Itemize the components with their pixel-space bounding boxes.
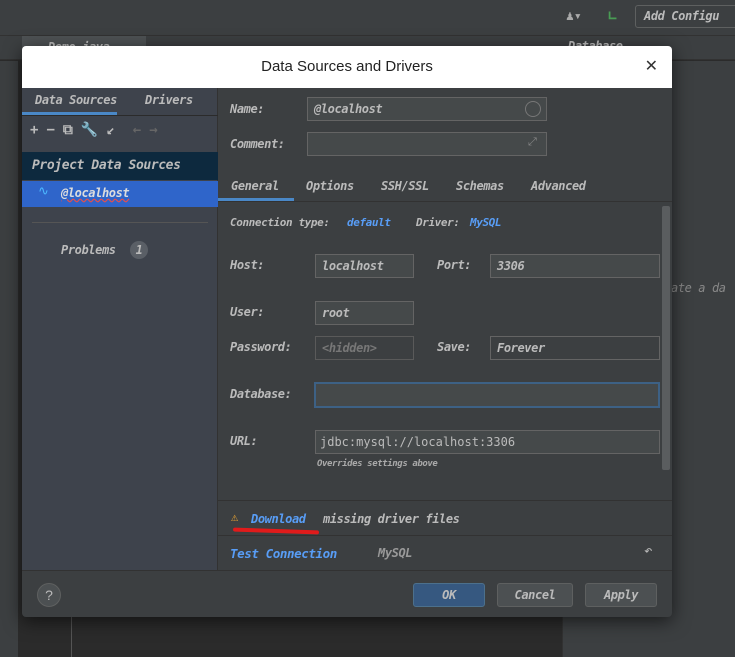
plus-icon[interactable]: + [30, 122, 38, 138]
connection-type-link[interactable]: default [347, 216, 391, 229]
color-circle-icon[interactable] [525, 101, 541, 117]
ide-toolbar: ♟▾ ∟ Add Configu [0, 0, 735, 36]
database-panel-hint: ate a da [671, 281, 726, 295]
tab-data-sources[interactable]: Data Sources [35, 93, 117, 107]
comment-input[interactable] [307, 132, 547, 156]
warning-icon: ⚠ [231, 510, 239, 524]
problems-count-badge: 1 [130, 241, 148, 259]
left-divider [32, 222, 208, 223]
name-input[interactable]: @localhost [307, 97, 547, 121]
url-input[interactable]: jdbc:mysql://localhost:3306 [315, 430, 660, 454]
problems-label[interactable]: Problems [61, 243, 116, 257]
copy-icon[interactable]: ⧉ [63, 122, 73, 138]
url-label: URL: [230, 434, 258, 448]
data-sources-dialog: Data Sources and Drivers ✕ Data Sources … [22, 46, 672, 617]
user-input[interactable]: root [315, 301, 414, 325]
port-label: Port: [437, 258, 472, 272]
data-source-label: @localhost [61, 186, 130, 200]
content-scrollbar[interactable] [662, 206, 670, 470]
data-source-item-localhost[interactable]: ∿ @localhost [22, 181, 218, 207]
ok-button[interactable]: OK [413, 583, 485, 607]
right-panel: Name: @localhost Comment: ⤢ General Opti… [218, 88, 672, 570]
apply-button[interactable]: Apply [585, 583, 657, 607]
url-hint: Overrides settings above [317, 459, 438, 469]
database-label: Database: [230, 387, 292, 401]
port-input[interactable]: 3306 [490, 254, 660, 278]
build-hammer-icon[interactable]: ∟ [608, 7, 617, 25]
password-input[interactable]: <hidden> [315, 336, 414, 360]
comment-label: Comment: [230, 137, 285, 151]
download-driver-link[interactable]: Download [251, 512, 306, 526]
save-select[interactable]: Forever [490, 336, 660, 360]
user-icon[interactable]: ♟▾ [566, 9, 582, 24]
password-label: Password: [230, 340, 292, 354]
tab-general[interactable]: General [231, 179, 279, 193]
database-input[interactable] [314, 382, 660, 408]
driver-link[interactable]: MySQL [470, 216, 502, 229]
test-connection-link[interactable]: Test Connection [230, 546, 337, 561]
close-icon[interactable]: ✕ [645, 46, 658, 88]
name-label: Name: [230, 102, 265, 116]
expand-icon[interactable]: ⤢ [528, 135, 537, 149]
revert-icon[interactable]: ↶ [644, 543, 652, 559]
minus-icon[interactable]: − [46, 122, 54, 138]
cancel-button[interactable]: Cancel [497, 583, 573, 607]
host-input[interactable]: localhost [315, 254, 414, 278]
save-label: Save: [437, 340, 472, 354]
tab-advanced[interactable]: Advanced [531, 179, 586, 193]
tab-drivers[interactable]: Drivers [145, 93, 193, 107]
add-configuration-button[interactable]: Add Configu [635, 5, 735, 28]
connection-type-label: Connection type: [230, 216, 330, 229]
driver-name: MySQL [378, 546, 413, 560]
user-label: User: [230, 305, 265, 319]
tab-schemas[interactable]: Schemas [456, 179, 504, 193]
help-button[interactable]: ? [37, 583, 61, 607]
general-content: Connection type: default Driver: MySQL H… [218, 202, 672, 502]
driver-label: Driver: [416, 216, 460, 229]
host-label: Host: [230, 258, 265, 272]
tabs-divider [22, 115, 218, 116]
mysql-dolphin-icon: ∿ [38, 184, 49, 199]
warning-text: missing driver files [323, 512, 460, 526]
dialog-title-bar: Data Sources and Drivers ✕ [22, 46, 672, 88]
forward-arrow-icon[interactable]: → [149, 122, 157, 138]
red-annotation-underline [232, 527, 320, 535]
dialog-title: Data Sources and Drivers [261, 58, 433, 75]
warning-divider [218, 500, 672, 501]
left-gutter [0, 61, 18, 657]
test-divider [218, 535, 672, 536]
tab-ssh-ssl[interactable]: SSH/SSL [381, 179, 429, 193]
left-toolbar: + − ⧉ 🔧 ↙ ← → [30, 122, 158, 138]
back-arrow-icon[interactable]: ← [133, 122, 141, 138]
import-icon[interactable]: ↙ [106, 122, 114, 138]
dialog-footer: ? OK Cancel Apply [22, 570, 672, 617]
project-data-sources-header: Project Data Sources [22, 152, 218, 180]
left-panel: Data Sources Drivers + − ⧉ 🔧 ↙ ← → Project Dat… [22, 88, 218, 570]
tab-options[interactable]: Options [306, 179, 354, 193]
wrench-icon[interactable]: 🔧 [81, 122, 98, 138]
